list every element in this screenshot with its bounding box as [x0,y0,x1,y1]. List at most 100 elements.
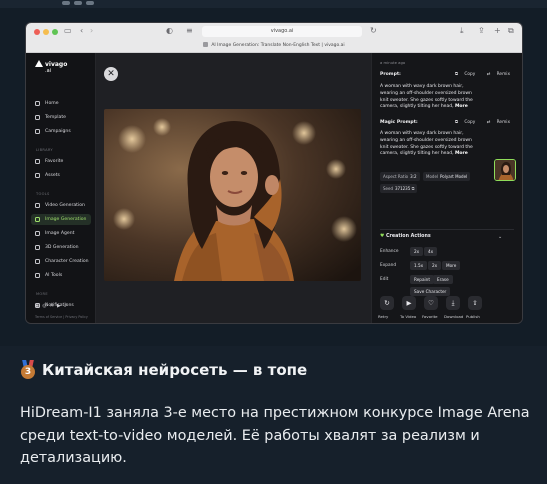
divider [380,229,514,230]
enhance-2x-button[interactable]: 2x [410,247,424,256]
footer-links[interactable]: Terms of Service | Privacy Policy [35,315,88,319]
sidebar-item-campaigns[interactable]: Campaigns [31,126,91,137]
post-body: HiDream-I1 заняла 3-е место на престижно… [20,405,530,466]
campaign-icon [35,129,40,134]
section-heading: LIBRARY [36,148,53,152]
creation-actions-header[interactable]: ♥ Creation Actions [380,234,431,239]
sidebar-item-label: Assets [45,173,60,178]
remix-icon: ⇄ [486,120,491,125]
to-video-button[interactable]: ▶ [402,296,416,310]
sidebar-item-label: Character Creation [45,259,89,264]
download-icon[interactable]: ⤓ [460,26,464,36]
sidebar-item-home[interactable]: Home [31,98,91,109]
minimize-traffic-light[interactable] [43,29,49,35]
sidebar-item-image-agent[interactable]: Image Agent [31,228,91,239]
aspect-label: Aspect Ratio [383,174,409,179]
reload-icon[interactable]: ↻ [370,26,377,36]
edit-label: Edit [380,277,389,282]
publish-button[interactable]: ⇪ [468,296,482,310]
sidebar-item-label: AI Tools [45,273,63,278]
retry-button[interactable]: ↻ [380,296,394,310]
copy-icon: ⧉ [454,120,458,125]
instagram-icon[interactable]: ◎ [42,303,49,309]
sidebar-item-character-creation[interactable]: Character Creation [31,256,91,267]
remix-label: Remix [496,72,510,77]
new-tab-icon[interactable]: + [494,26,501,36]
enhance-4x-button[interactable]: 4x [424,247,438,256]
screenshot-frame: ▭ ‹ › ◐ ≡ vivago.ai ↻ ⤓ ⇪ + ⧉ AI Image G… [0,8,547,346]
video-icon: ▶ [406,299,412,307]
bronze-medal-icon: 3 [20,360,36,379]
enhance-label: Enhance [380,249,399,254]
privacy-icon[interactable]: ◐ [166,26,173,36]
favorite-button[interactable]: ♡ [424,296,438,310]
prompt-more-link[interactable]: More [455,104,468,109]
sidebar-toggle-icon[interactable]: ▭ [64,26,72,36]
sidebar-item-assets[interactable]: Assets [31,170,91,181]
sidebar-item-3d-generation[interactable]: 3D Generation [31,242,91,253]
expand-2x-button[interactable]: 2x [428,261,442,270]
tabs-overview-icon[interactable]: ⧉ [508,26,514,36]
reader-icon[interactable]: ≡ [186,26,193,36]
download-button[interactable]: ⤓ [446,296,460,310]
sidebar: vivago .ai Home Template Campaigns LIBRARY Fa… [26,53,96,323]
copy-label: Copy [464,120,476,125]
x-icon[interactable]: ✕ [50,303,57,309]
action-label: Favorite [422,314,438,319]
prompt-text: A woman with wavy dark brown hair, weari… [380,84,480,111]
action-label: Retry [378,314,389,319]
sidebar-item-label: Video Generation [45,203,85,208]
template-icon [35,115,40,120]
sidebar-item-label: Image Generation [45,217,87,222]
forward-icon[interactable]: › [90,26,93,36]
close-viewer-button[interactable]: ✕ [104,67,118,81]
zoom-traffic-light[interactable] [52,29,58,35]
repaint-button[interactable]: Repaint [410,275,434,284]
vivago-logo[interactable]: vivago .ai [35,60,67,74]
generated-image[interactable] [104,109,361,281]
sidebar-item-template[interactable]: Template [31,112,91,123]
magic-more-link[interactable]: More [455,151,468,156]
seed-label: Seed [383,186,393,191]
tiktok-icon[interactable]: ♪ [64,303,70,309]
copy-prompt-button[interactable]: ⧉ Copy [450,72,475,77]
remix-magic-button[interactable]: ⇄ Remix [482,120,510,125]
expand-1-5x-button[interactable]: 1.5x [410,261,428,270]
address-text: vivago.ai [270,28,294,34]
seed-value: 371235 [395,186,411,191]
action-label: To Video [400,314,417,319]
chevron-down-icon[interactable]: ⌄ [498,234,502,240]
back-icon[interactable]: ‹ [80,26,83,36]
thumbnail-image-icon [495,160,515,180]
sidebar-item-label: Favorite [45,159,64,164]
retry-icon: ↻ [384,299,390,307]
model-value: Polyart Model [440,174,468,179]
copy-seed-icon[interactable]: ⧉ [412,186,415,191]
close-traffic-light[interactable] [34,29,40,35]
tab-active[interactable]: AI Image Generation: Translate Non-Engli… [26,40,522,52]
home-icon [35,101,40,106]
expand-more-button[interactable]: More [442,261,461,270]
remix-label: Remix [496,120,510,125]
top-strip [0,0,547,8]
erase-button[interactable]: Erase [433,275,453,284]
share-icon[interactable]: ⇪ [478,26,485,36]
copy-magic-button[interactable]: ⧉ Copy [450,120,475,125]
strip-dot [74,1,82,5]
sidebar-item-image-generation[interactable]: Image Generation [31,214,91,225]
strip-dot [62,1,70,5]
save-character-button[interactable]: Save Character [410,287,451,296]
sidebar-item-video-generation[interactable]: Video Generation [31,200,91,211]
expand-label: Expand [380,263,397,268]
address-bar[interactable]: vivago.ai [202,26,362,37]
folder-icon [35,173,40,178]
image-thumbnail[interactable] [494,159,516,181]
remix-prompt-button[interactable]: ⇄ Remix [482,72,510,77]
prompt-label: Prompt: [380,72,401,77]
portrait-image-icon [104,109,361,281]
sidebar-item-ai-tools[interactable]: AI Tools [31,270,91,281]
remix-icon: ⇄ [486,72,491,77]
youtube-icon[interactable]: ▶ [57,303,64,309]
sidebar-item-favorite[interactable]: Favorite [31,156,91,167]
details-panel: a minute ago Prompt: ⧉ Copy ⇄ Remix A wo… [371,53,522,323]
